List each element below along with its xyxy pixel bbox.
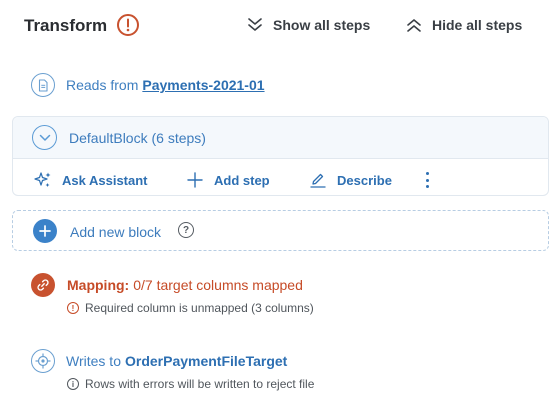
- add-new-block-button[interactable]: Add new block ?: [12, 210, 549, 251]
- add-step-label: Add step: [214, 172, 270, 188]
- hide-all-steps-label: Hide all steps: [432, 17, 523, 33]
- plus-circle-icon: [33, 219, 57, 243]
- block-name: DefaultBlock (6 steps): [69, 130, 206, 146]
- help-icon[interactable]: ?: [178, 222, 194, 238]
- mapping-status[interactable]: Mapping: 0/7 target columns mapped: [67, 277, 303, 293]
- source-dataset-link[interactable]: Payments-2021-01: [142, 77, 264, 93]
- warning-icon: !: [67, 302, 79, 314]
- target-name-link[interactable]: OrderPaymentFileTarget: [125, 353, 287, 369]
- mapping-warning-text: Required column is unmapped (3 columns): [85, 301, 314, 315]
- mapping-label: Mapping:: [67, 277, 130, 293]
- mapping-row: Mapping: 0/7 target columns mapped: [31, 272, 303, 298]
- link-icon: [31, 273, 55, 297]
- block-header: DefaultBlock (6 steps): [13, 117, 548, 159]
- target-icon: [31, 349, 55, 373]
- mapping-warning: ! Required column is unmapped (3 columns…: [67, 301, 314, 315]
- source-prefix: Reads from: [66, 77, 139, 93]
- plus-icon: [187, 172, 203, 188]
- warning-circle-icon[interactable]: [116, 13, 140, 37]
- sparkles-icon: [34, 172, 51, 187]
- show-all-steps-button[interactable]: Show all steps: [246, 17, 370, 33]
- transform-header: Transform Show all steps Hide all steps: [24, 12, 544, 42]
- target-info-text: Rows with errors will be written to reje…: [85, 377, 315, 391]
- mapping-status-text: 0/7 target columns mapped: [133, 277, 303, 293]
- ask-assistant-button[interactable]: Ask Assistant: [34, 171, 148, 189]
- info-icon: i: [67, 378, 79, 390]
- source-row: Reads from Payments-2021-01: [31, 72, 265, 98]
- collapse-block-button[interactable]: [32, 125, 57, 150]
- target-info: i Rows with errors will be written to re…: [67, 377, 314, 391]
- default-block: DefaultBlock (6 steps) Ask Assistant Add…: [12, 116, 549, 196]
- document-icon: [31, 73, 55, 97]
- page-title: Transform: [24, 16, 108, 35]
- add-step-button[interactable]: Add step: [186, 171, 270, 189]
- target-prefix: Writes to: [66, 353, 121, 369]
- target-row: Writes to OrderPaymentFileTarget: [31, 348, 287, 374]
- hide-all-steps-button[interactable]: Hide all steps: [405, 17, 522, 33]
- ask-assistant-label: Ask Assistant: [62, 172, 148, 188]
- block-actions: Ask Assistant Add step Describe: [13, 159, 548, 197]
- double-chevron-down-icon: [248, 18, 262, 31]
- describe-label: Describe: [337, 172, 392, 188]
- describe-button[interactable]: Describe: [309, 171, 392, 189]
- chevron-down-icon: [39, 134, 50, 141]
- more-options-kebab-icon[interactable]: [423, 172, 431, 188]
- double-chevron-up-icon: [407, 19, 421, 32]
- pencil-icon: [310, 173, 326, 188]
- add-new-block-label: Add new block: [70, 224, 162, 240]
- show-all-steps-label: Show all steps: [273, 17, 371, 33]
